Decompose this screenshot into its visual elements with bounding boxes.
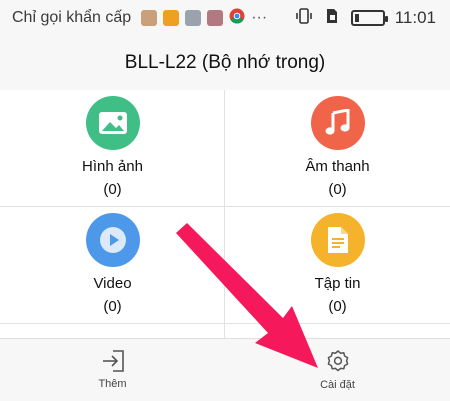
add-label: Thêm bbox=[98, 378, 127, 390]
music-note-icon bbox=[310, 96, 365, 150]
gallery-icon bbox=[185, 10, 202, 26]
gear-icon bbox=[327, 350, 348, 372]
category-images[interactable]: Hình ảnh (0) bbox=[0, 90, 225, 207]
category-label: Âm thanh bbox=[305, 158, 370, 175]
settings-button[interactable]: Cài đặt bbox=[225, 339, 450, 401]
clock: 11:01 bbox=[394, 8, 436, 27]
category-label: Video bbox=[93, 275, 132, 292]
contact-photo-icon bbox=[207, 10, 224, 26]
import-icon bbox=[102, 350, 124, 372]
battery-icon bbox=[350, 10, 388, 26]
add-button[interactable]: Thêm bbox=[0, 339, 225, 401]
carrier-text: Chỉ gọi khẩn cấp bbox=[12, 9, 132, 26]
category-video[interactable]: Video (0) bbox=[0, 207, 225, 324]
play-icon bbox=[85, 213, 140, 267]
more-notifications: ··· bbox=[251, 9, 268, 26]
lock-app-icon bbox=[163, 10, 180, 26]
image-icon bbox=[85, 96, 140, 150]
photo-icon bbox=[141, 10, 158, 26]
chrome-icon bbox=[229, 8, 245, 29]
page-title: BLL-L22 (Bộ nhớ trong) bbox=[124, 52, 326, 73]
status-bar: Chỉ gọi khẩn cấp ··· 11:01 bbox=[0, 0, 450, 36]
settings-label: Cài đặt bbox=[320, 379, 355, 391]
category-grid: Hình ảnh (0) Âm thanh (0) Video (0) Tập … bbox=[0, 90, 450, 338]
category-count: (0) bbox=[328, 298, 347, 315]
category-label: Hình ảnh bbox=[82, 158, 143, 175]
category-files[interactable]: Tập tin (0) bbox=[225, 207, 450, 324]
category-label: Tập tin bbox=[314, 275, 361, 292]
category-count: (0) bbox=[103, 298, 122, 315]
category-audio[interactable]: Âm thanh (0) bbox=[225, 90, 450, 207]
category-count: (0) bbox=[328, 181, 347, 198]
sim-icon bbox=[323, 7, 341, 30]
vibrate-icon bbox=[295, 7, 313, 30]
category-count: (0) bbox=[103, 181, 122, 198]
bottom-toolbar: Thêm Cài đặt bbox=[0, 338, 450, 400]
document-icon bbox=[310, 213, 365, 267]
